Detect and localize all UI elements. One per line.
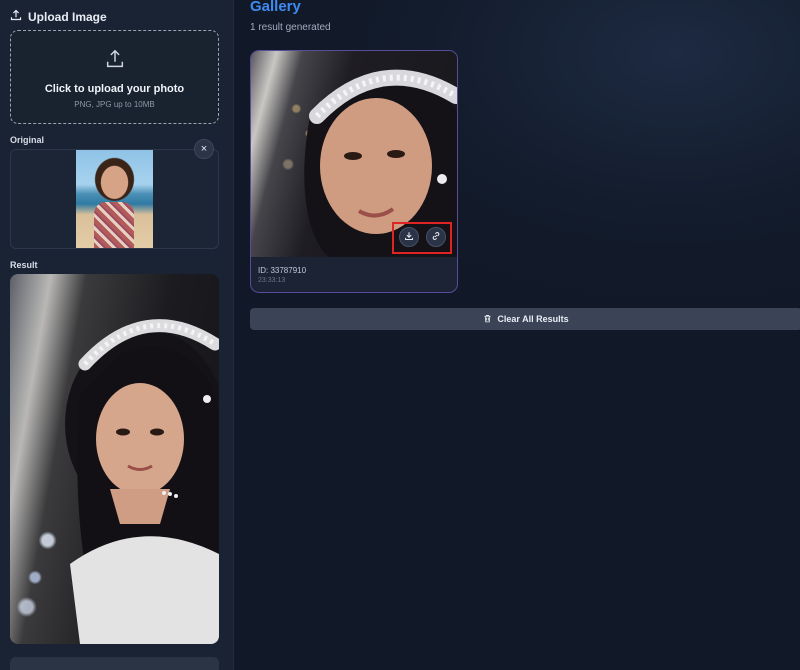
close-icon: ×	[200, 143, 208, 155]
download-icon	[404, 228, 414, 246]
gallery-panel: Gallery 1 result generated ID: 33787910 …	[235, 0, 800, 670]
remove-image-button[interactable]: ×	[194, 139, 214, 159]
gallery-title: Gallery	[250, 0, 301, 15]
clear-all-results-button[interactable]: Clear All Results	[250, 308, 800, 330]
trash-icon	[483, 314, 492, 325]
upload-heading-text: Upload Image	[28, 9, 107, 24]
download-button[interactable]	[399, 227, 419, 247]
link-icon	[431, 228, 441, 246]
upload-icon	[104, 46, 126, 75]
sidebar-bottom-button[interactable]	[10, 657, 219, 670]
sidebar: Upload Image Click to upload your photo …	[0, 0, 234, 670]
original-photo	[76, 150, 153, 248]
result-portrait	[65, 319, 219, 644]
upload-dropzone[interactable]: Click to upload your photo PNG, JPG up t…	[10, 30, 219, 124]
copy-link-button[interactable]	[426, 227, 446, 247]
dropzone-title: Click to upload your photo	[44, 82, 185, 95]
dropzone-hint: PNG, JPG up to 10MB	[74, 99, 155, 109]
result-label: Result	[10, 260, 38, 270]
original-label: Original	[10, 135, 45, 145]
card-id: ID: 33787910	[258, 266, 307, 275]
original-image-panel	[10, 149, 219, 249]
card-time: 23:33:13	[258, 277, 286, 284]
upload-heading: Upload Image	[10, 9, 107, 24]
clear-all-label: Clear All Results	[497, 314, 569, 324]
result-image	[10, 274, 219, 644]
result-count: 1 result generated	[250, 22, 331, 33]
gallery-card[interactable]: ID: 33787910 23:33:13	[250, 50, 458, 293]
upload-icon	[10, 9, 22, 24]
